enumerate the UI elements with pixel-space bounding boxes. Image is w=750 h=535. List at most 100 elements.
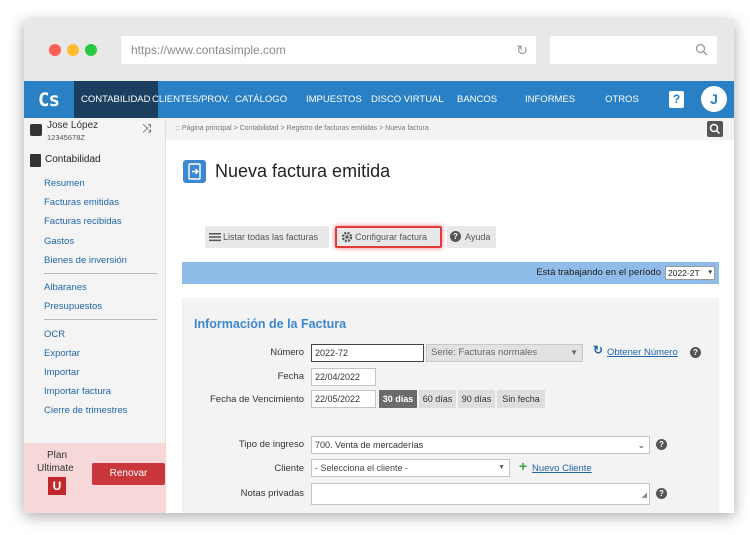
search-icon	[709, 123, 721, 135]
tipo-ingreso-select[interactable]: 700. Venta de mercaderías ⌄	[311, 436, 650, 454]
get-number-link[interactable]: Obtener Número	[607, 347, 678, 358]
user-id: 12345678Z	[47, 133, 85, 142]
question-icon[interactable]: ?	[690, 347, 701, 358]
user-card-icon	[30, 124, 42, 136]
renew-button[interactable]: Renovar	[92, 463, 165, 485]
sidebar-item-gastos[interactable]: Gastos	[44, 236, 74, 247]
question-icon[interactable]: ?	[656, 439, 667, 450]
sidebar-item-importar[interactable]: Importar	[44, 367, 79, 378]
nav-bancos[interactable]: BANCOS	[457, 81, 497, 118]
due-30-days-button[interactable]: 30 días	[379, 390, 417, 408]
invoice-out-icon	[183, 160, 206, 183]
search-icon	[695, 43, 708, 56]
fecha-input[interactable]: 22/04/2022	[311, 368, 376, 386]
breadcrumb-bar: :: Página principal > Contabilidad > Reg…	[166, 118, 734, 140]
nav-clientes-prov[interactable]: CLIENTES/PROV.	[152, 81, 230, 118]
nav-impuestos[interactable]: IMPUESTOS	[306, 81, 362, 118]
notas-label: Notas privadas	[240, 488, 304, 499]
vencimiento-label: Fecha de Vencimiento	[209, 394, 304, 405]
sidebar-divider	[44, 319, 157, 320]
nav-contabilidad[interactable]: CONTABILIDAD	[74, 81, 158, 118]
plan-label: Plan	[47, 450, 68, 461]
tipo-ingreso-label: Tipo de ingreso	[238, 439, 304, 450]
sidebar-item-facturas-recibidas[interactable]: Facturas recibidas	[44, 216, 122, 227]
period-value: 2022-2T	[668, 268, 700, 278]
nav-informes[interactable]: INFORMES	[525, 81, 575, 118]
breadcrumb[interactable]: :: Página principal > Contabilidad > Reg…	[176, 125, 429, 132]
minimize-window-button[interactable]	[67, 44, 79, 56]
collapse-sidebar-icon[interactable]: ⤨	[142, 121, 152, 136]
sidebar-divider	[44, 273, 157, 274]
nav-disco-virtual[interactable]: DISCO VIRTUAL	[371, 81, 444, 118]
period-select[interactable]: 2022-2T ▾	[665, 266, 715, 280]
numero-value: 2022-72	[315, 348, 349, 358]
period-label: Está trabajando en el período	[536, 267, 661, 278]
invoice-info-panel: Información de la Factura Número 2022-72…	[182, 298, 719, 513]
configure-invoice-label: Configurar factura	[355, 232, 428, 242]
page-title: Nueva factura emitida	[215, 161, 391, 181]
section-title: Información de la Factura	[194, 317, 347, 331]
top-navigation: Cs CONTABILIDAD CLIENTES/PROV. CATÁLOGO …	[24, 81, 734, 118]
no-due-date-button[interactable]: Sin fecha	[497, 390, 545, 408]
sidebar-item-bienes-inversion[interactable]: Bienes de inversión	[44, 255, 127, 266]
notas-textarea[interactable]: ◢	[311, 483, 650, 505]
add-icon[interactable]: +	[519, 458, 527, 474]
cliente-select[interactable]: - Selecciona el cliente - ▼	[311, 459, 510, 477]
help-icon[interactable]: ?	[669, 91, 684, 108]
tipo-ingreso-value: 700. Venta de mercaderías	[315, 440, 424, 450]
numero-input[interactable]: 2022-72	[311, 344, 424, 362]
avatar[interactable]: J	[701, 86, 727, 112]
refresh-icon[interactable]: ↻	[593, 343, 603, 357]
list-invoices-label: Listar todas las facturas	[223, 232, 319, 242]
nav-otros[interactable]: OTROS	[605, 81, 639, 118]
reload-icon[interactable]: ↻	[516, 42, 528, 59]
chevron-down-icon: ▼	[570, 348, 578, 357]
address-bar[interactable]: https://www.contasimple.com ↻	[121, 36, 536, 64]
document-icon	[30, 154, 41, 167]
plan-badge-icon: U	[48, 477, 66, 495]
new-client-link[interactable]: Nuevo Cliente	[532, 463, 592, 474]
sidebar: Jose López 12345678Z ⤨ Contabilidad Resu…	[24, 118, 166, 513]
cliente-value: - Selecciona el cliente -	[315, 463, 409, 473]
due-90-days-button[interactable]: 90 días	[458, 390, 495, 408]
sidebar-item-resumen[interactable]: Resumen	[44, 178, 85, 189]
gear-icon	[341, 231, 353, 243]
sidebar-item-facturas-emitidas[interactable]: Facturas emitidas	[44, 197, 119, 208]
fecha-value: 22/04/2022	[315, 372, 361, 382]
sidebar-item-presupuestos[interactable]: Presupuestos	[44, 301, 102, 312]
list-invoices-button[interactable]: Listar todas las facturas	[205, 226, 329, 248]
sidebar-item-exportar[interactable]: Exportar	[44, 348, 80, 359]
cliente-label: Cliente	[274, 463, 304, 474]
sidebar-item-ocr[interactable]: OCR	[44, 329, 65, 340]
plan-name: Ultimate	[37, 463, 74, 474]
vencimiento-input[interactable]: 22/05/2022	[311, 390, 376, 408]
browser-window: https://www.contasimple.com ↻ Cs CONTABI…	[24, 20, 734, 513]
app-logo[interactable]: Cs	[38, 89, 60, 111]
sidebar-item-cierre-trimestres[interactable]: Cierre de trimestres	[44, 405, 127, 416]
fecha-label: Fecha	[277, 371, 304, 382]
main-content: :: Página principal > Contabilidad > Reg…	[166, 118, 734, 513]
help-label: Ayuda	[465, 232, 491, 242]
sidebar-item-importar-factura[interactable]: Importar factura	[44, 386, 111, 397]
browser-chrome: https://www.contasimple.com ↻	[24, 20, 734, 81]
configure-invoice-button[interactable]: Configurar factura	[335, 226, 442, 248]
vencimiento-value: 22/05/2022	[315, 394, 361, 404]
list-icon	[209, 233, 221, 242]
sidebar-section-title: Contabilidad	[45, 154, 101, 165]
chevron-down-icon: ▼	[498, 464, 505, 471]
resize-handle-icon[interactable]: ◢	[642, 488, 647, 504]
question-icon[interactable]: ?	[656, 488, 667, 499]
maximize-window-button[interactable]	[85, 44, 97, 56]
sidebar-item-albaranes[interactable]: Albaranes	[44, 282, 87, 293]
help-button[interactable]: ? Ayuda	[447, 226, 496, 248]
serie-select[interactable]: Serie: Facturas normales ▼	[426, 344, 583, 362]
due-60-days-button[interactable]: 60 días	[419, 390, 456, 408]
close-window-button[interactable]	[49, 44, 61, 56]
nav-catalogo[interactable]: CATÁLOGO	[235, 81, 287, 118]
period-bar: Está trabajando en el período 2022-2T ▾	[182, 262, 719, 284]
plan-box: Plan Ultimate U Renovar	[24, 443, 166, 513]
browser-search-bar[interactable]	[550, 36, 717, 64]
question-icon: ?	[450, 231, 461, 242]
search-button[interactable]	[707, 121, 723, 137]
chevron-down-icon: ⌄	[637, 440, 645, 450]
